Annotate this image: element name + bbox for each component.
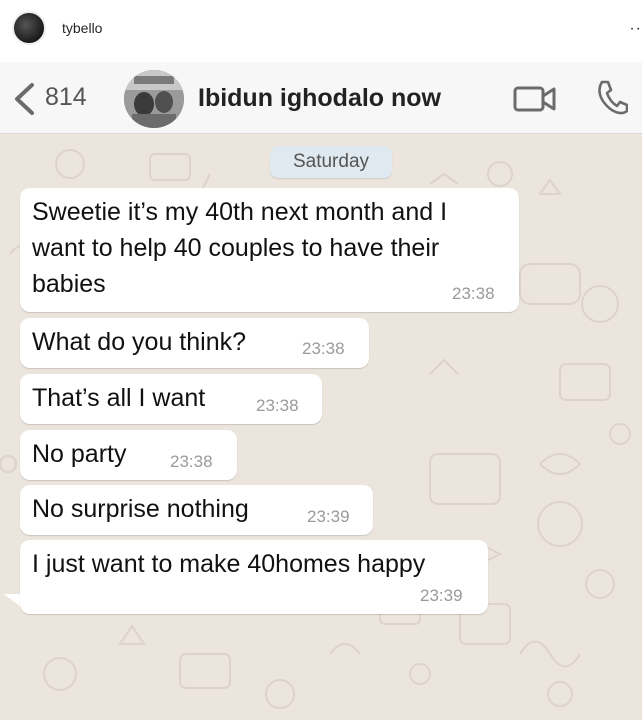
- message-bubble[interactable]: No surprise nothing 23:39: [20, 485, 373, 535]
- message-bubble[interactable]: No party 23:38: [20, 430, 237, 480]
- message-text: No surprise nothing: [32, 495, 249, 523]
- post-author-avatar[interactable]: [12, 11, 46, 45]
- chevron-left-icon[interactable]: [12, 82, 36, 116]
- message-bubble[interactable]: What do you think? 23:38: [20, 318, 369, 368]
- video-camera-icon[interactable]: [512, 82, 558, 114]
- phone-icon[interactable]: [594, 78, 628, 116]
- message-text: I just want to make 40homes happy: [32, 550, 426, 578]
- contact-name[interactable]: Ibidun ighodalo now: [198, 84, 441, 113]
- message-text: No party: [32, 440, 127, 468]
- chat-area[interactable]: Saturday Sweetie it’s my 40th next month…: [0, 134, 642, 720]
- post-header: tybello ··: [0, 0, 642, 62]
- message-text: That’s all I want: [32, 384, 206, 412]
- chat-header: 814 Ibidun ighodalo now: [0, 62, 642, 134]
- more-options-icon[interactable]: ··: [629, 20, 642, 38]
- message-bubble[interactable]: Sweetie it’s my 40th next month and I wa…: [20, 188, 519, 312]
- date-chip: Saturday: [270, 146, 392, 178]
- message-bubble[interactable]: I just want to make 40homes happy 23:39: [20, 540, 488, 614]
- message-timestamp: 23:38: [302, 339, 345, 358]
- message-timestamp: 23:38: [256, 396, 299, 415]
- message-timestamp: 23:39: [307, 507, 350, 526]
- message-text: Sweetie it’s my 40th next month and I: [32, 198, 448, 226]
- message-text: want to help 40 couples to have their: [32, 234, 440, 262]
- contact-avatar[interactable]: [124, 70, 184, 128]
- message-bubble[interactable]: That’s all I want 23:38: [20, 374, 322, 424]
- message-timestamp: 23:39: [420, 586, 463, 605]
- post-username[interactable]: tybello: [62, 20, 102, 36]
- message-timestamp: 23:38: [170, 452, 213, 471]
- message-text: What do you think?: [32, 328, 247, 356]
- message-text: babies: [32, 270, 106, 298]
- message-timestamp: 23:38: [452, 284, 495, 303]
- back-unread-count[interactable]: 814: [45, 83, 87, 112]
